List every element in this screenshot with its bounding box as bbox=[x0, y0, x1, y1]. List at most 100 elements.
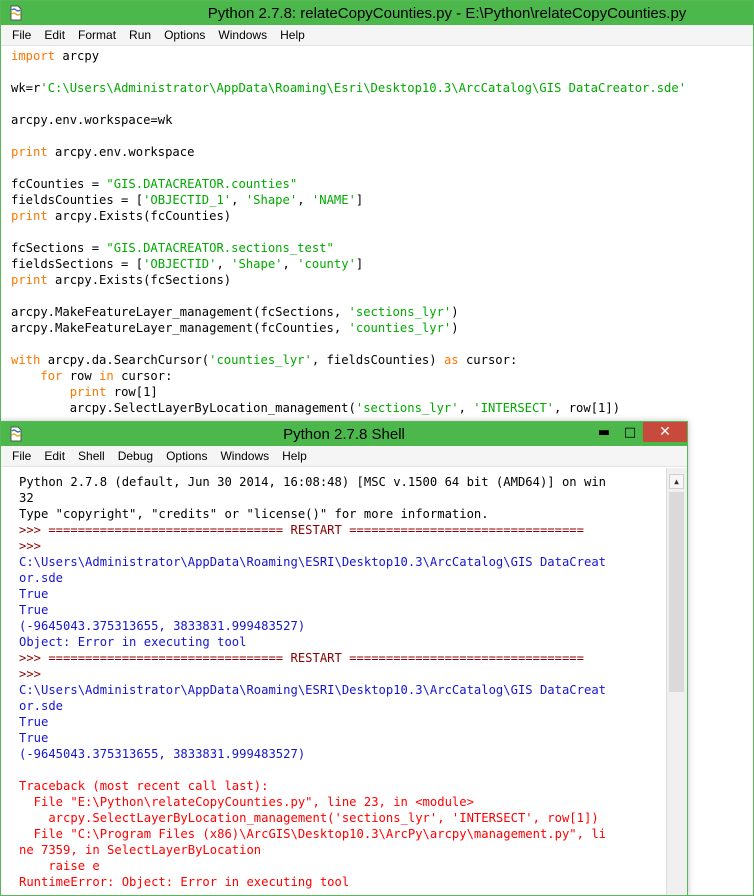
code-text: fcSections = bbox=[11, 241, 107, 255]
code-line: fieldsSections = ['OBJECTID', 'Shape', '… bbox=[11, 256, 686, 272]
code-text: , bbox=[231, 193, 246, 207]
shell-menubar: File Edit Shell Debug Options Windows He… bbox=[1, 446, 687, 467]
shell-line: raise e bbox=[19, 859, 100, 873]
code-text: cursor: bbox=[113, 369, 173, 383]
menu-file[interactable]: File bbox=[12, 449, 31, 463]
shell-line: >>> ================================ RES… bbox=[19, 651, 584, 665]
code-text: , bbox=[282, 257, 298, 271]
shell-line: or.sde bbox=[19, 699, 64, 713]
menu-help[interactable]: Help bbox=[282, 449, 307, 463]
shell-line: or.sde bbox=[19, 571, 64, 585]
code-keyword: print bbox=[11, 273, 48, 287]
shell-line: 32 bbox=[19, 491, 34, 505]
code-text: , bbox=[216, 257, 232, 271]
code-text: arcpy.MakeFeatureLayer_management(fcCoun… bbox=[11, 321, 349, 335]
window-controls: ▬ □ ✕ bbox=[591, 422, 687, 444]
code-line: fcSections = "GIS.DATACREATOR.sections_t… bbox=[11, 240, 686, 256]
code-keyword: print bbox=[11, 145, 48, 159]
shell-line: File "E:\Python\relateCopyCounties.py", … bbox=[19, 795, 474, 809]
code-text: arcpy.Exists(fcSections) bbox=[47, 273, 232, 287]
code-string: 'NAME' bbox=[311, 193, 356, 207]
code-keyword: print bbox=[69, 385, 107, 399]
scroll-up-arrow-icon[interactable]: ▲ bbox=[669, 474, 684, 489]
shell-line: Python 2.7.8 (default, Jun 30 2014, 16:0… bbox=[19, 475, 606, 489]
code-line: with arcpy.da.SearchCursor('counties_lyr… bbox=[11, 352, 686, 368]
code-text: fieldsSections = [ bbox=[11, 257, 144, 271]
code-keyword: in bbox=[99, 369, 114, 383]
shell-title: Python 2.7.8 Shell bbox=[283, 425, 405, 443]
shell-line: >>> bbox=[19, 667, 42, 681]
code-string: 'counties_lyr' bbox=[348, 321, 452, 335]
menu-file[interactable]: File bbox=[12, 28, 31, 42]
code-line: print arcpy.env.workspace bbox=[11, 144, 686, 160]
minimize-button[interactable]: ▬ bbox=[591, 422, 617, 442]
menu-windows[interactable]: Windows bbox=[218, 28, 267, 42]
code-line: print row[1] bbox=[11, 384, 686, 400]
code-string: "GIS.DATACREATOR.sections_test" bbox=[106, 241, 334, 255]
shell-line: Object: Error in executing tool bbox=[19, 635, 247, 649]
shell-line: >>> bbox=[19, 539, 42, 553]
shell-line: Type "copyright", "credits" or "license(… bbox=[19, 507, 489, 521]
menu-options[interactable]: Options bbox=[164, 28, 205, 42]
code-string: 'INTERSECT' bbox=[473, 401, 555, 415]
code-keyword: with bbox=[11, 353, 41, 367]
code-keyword: as bbox=[443, 353, 459, 367]
code-text: fieldsCounties = [ bbox=[11, 193, 144, 207]
code-text: , row[1]) bbox=[554, 401, 621, 415]
code-text: arcpy.env.workspace=wk bbox=[11, 113, 173, 127]
shell-titlebar[interactable]: Python 2.7.8 Shell ▬ □ ✕ bbox=[1, 422, 687, 446]
code-line: arcpy.env.workspace=wk bbox=[11, 112, 686, 128]
code-string: 'Shape' bbox=[245, 193, 298, 207]
code-text: , fieldsCounties) bbox=[311, 353, 444, 367]
shell-line: (-9645043.375313655, 3833831.999483527) bbox=[19, 747, 306, 761]
code-string: 'counties_lyr' bbox=[209, 353, 312, 367]
menu-edit[interactable]: Edit bbox=[44, 28, 65, 42]
code-string: 'sections_lyr' bbox=[355, 401, 459, 415]
code-text: ) bbox=[451, 305, 459, 319]
vertical-scrollbar[interactable]: ▲ bbox=[666, 468, 687, 895]
code-string: 'sections_lyr' bbox=[348, 305, 452, 319]
code-text: , bbox=[458, 401, 474, 415]
code-line: print arcpy.Exists(fcSections) bbox=[11, 272, 686, 288]
shell-line: C:\Users\Administrator\AppData\Roaming\E… bbox=[19, 683, 606, 697]
code-line: arcpy.MakeFeatureLayer_management(fcSect… bbox=[11, 304, 686, 320]
shell-output-area[interactable]: Python 2.7.8 (default, Jun 30 2014, 16:0… bbox=[1, 468, 667, 895]
code-string: 'OBJECTID' bbox=[143, 257, 217, 271]
menu-debug[interactable]: Debug bbox=[118, 449, 153, 463]
code-text: arcpy.SelectLayerByLocation_management( bbox=[11, 401, 356, 415]
shell-line: (-9645043.375313655, 3833831.999483527) bbox=[19, 619, 306, 633]
code-string: 'C:\Users\Administrator\AppData\Roaming\… bbox=[40, 81, 687, 95]
code-text: row bbox=[62, 369, 100, 383]
code-line: for row in cursor: bbox=[11, 368, 686, 384]
shell-line: RuntimeError: Object: Error in executing… bbox=[19, 875, 350, 889]
maximize-button[interactable]: □ bbox=[617, 422, 643, 442]
shell-line: arcpy.SelectLayerByLocation_management('… bbox=[19, 811, 599, 825]
code-text: cursor: bbox=[458, 353, 518, 367]
code-text: wk=r bbox=[11, 81, 41, 95]
scroll-thumb[interactable] bbox=[669, 492, 684, 692]
close-button[interactable]: ✕ bbox=[643, 422, 687, 442]
menu-edit[interactable]: Edit bbox=[44, 449, 65, 463]
editor-titlebar[interactable]: Python 2.7.8: relateCopyCounties.py - E:… bbox=[1, 1, 753, 25]
code-line: import arcpy bbox=[11, 48, 686, 64]
menu-help[interactable]: Help bbox=[280, 28, 305, 42]
menu-shell[interactable]: Shell bbox=[78, 449, 105, 463]
shell-line: >>> ================================ RES… bbox=[19, 523, 584, 537]
code-text: ) bbox=[451, 321, 459, 335]
code-text: ] bbox=[355, 193, 364, 207]
code-string: "GIS.DATACREATOR.counties" bbox=[106, 177, 298, 191]
menu-format[interactable]: Format bbox=[78, 28, 116, 42]
menu-options[interactable]: Options bbox=[166, 449, 207, 463]
code-text: row[1] bbox=[106, 385, 158, 399]
code-editor-area[interactable]: import arcpy wk=r'C:\Users\Administrator\… bbox=[11, 48, 686, 416]
shell-line: Traceback (most recent call last): bbox=[19, 779, 269, 793]
menu-run[interactable]: Run bbox=[129, 28, 151, 42]
menu-windows[interactable]: Windows bbox=[220, 449, 269, 463]
